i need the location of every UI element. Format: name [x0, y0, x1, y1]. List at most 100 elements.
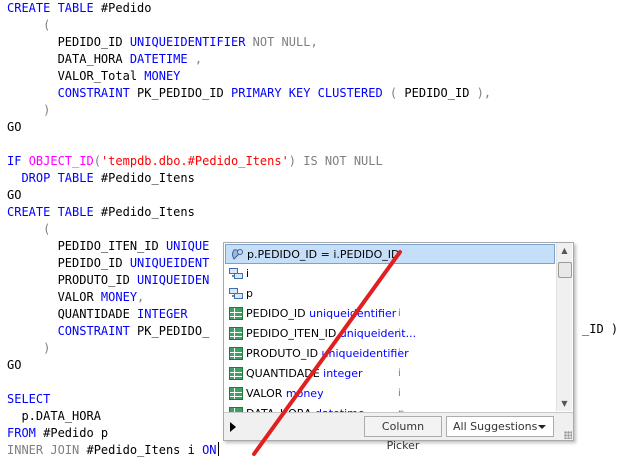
- suggestion-item[interactable]: p.PEDIDO_ID = i.PEDIDO_ID: [225, 244, 555, 264]
- code-line[interactable]: (: [7, 17, 50, 34]
- suggestion-name: p: [246, 284, 253, 304]
- code-line[interactable]: IF OBJECT_ID('tempdb.dbo.#Pedido_Itens')…: [7, 153, 383, 170]
- code-line[interactable]: PEDIDO_ID UNIQUEIDENT: [7, 255, 210, 272]
- suggestion-label: PEDIDO_ID: [246, 307, 310, 320]
- code-line[interactable]: ): [7, 340, 50, 357]
- suggestion-item[interactable]: PEDIDO_ID uniqueidentifier i: [225, 304, 555, 324]
- code-line[interactable]: PEDIDO_ID UNIQUEIDENTIFIER NOT NULL,: [7, 34, 318, 51]
- code-line[interactable]: VALOR MONEY,: [7, 289, 145, 306]
- suggestion-label: i: [246, 267, 250, 280]
- code-token: UNIQUEIDEN: [137, 273, 210, 287]
- join-icon: [230, 248, 244, 261]
- suggestion-name: QUANTIDADE integer: [246, 364, 363, 384]
- suggestion-type: uniqueidentifier: [309, 307, 397, 320]
- code-token: ON: [202, 443, 217, 457]
- scroll-thumb[interactable]: [558, 262, 572, 278]
- column-picker-tab[interactable]: Column Picker: [364, 416, 442, 452]
- code-token: UNIQUEIDENT: [129, 256, 210, 270]
- code-line[interactable]: CREATE TABLE #Pedido: [7, 0, 152, 17]
- text-caret: [217, 442, 219, 456]
- code-token: PK_PEDIDO_ID: [129, 86, 231, 100]
- code-token: GO: [7, 358, 22, 372]
- all-suggestions-dropdown[interactable]: All Suggestions: [446, 416, 554, 437]
- code-token: INNER JOIN: [7, 443, 80, 457]
- code-line[interactable]: (: [7, 221, 50, 238]
- code-line[interactable]: GO: [7, 357, 21, 374]
- suggestion-source-tag: i: [398, 308, 401, 319]
- column-icon: [229, 367, 243, 380]
- suggestion-name: VALOR money: [246, 384, 324, 404]
- suggestion-item[interactable]: QUANTIDADE integer i: [225, 364, 555, 384]
- code-token: OBJECT_ID: [28, 154, 94, 168]
- suggestion-source-tag: i: [398, 388, 401, 399]
- code-token: 'tempdb.dbo.#Pedido_Itens': [100, 154, 289, 168]
- code-line[interactable]: VALOR_Total MONEY: [7, 68, 181, 85]
- code-line[interactable]: CONSTRAINT PK_PEDIDO_: [7, 323, 210, 340]
- code-token: GO: [7, 188, 22, 202]
- code-line[interactable]: FROM #Pedido p: [7, 425, 108, 442]
- code-token: ),: [469, 86, 492, 100]
- code-line[interactable]: DROP TABLE #Pedido_Itens: [7, 170, 194, 187]
- code-line[interactable]: p.DATA_HORA: [7, 408, 100, 425]
- code-token: PEDIDO_ITEN_ID: [7, 239, 166, 253]
- column-icon: [229, 327, 243, 340]
- suggestion-source-tag: i: [398, 348, 401, 359]
- code-token: ,: [187, 52, 203, 66]
- code-token: IS NOT NULL: [296, 154, 383, 168]
- code-line[interactable]: PEDIDO_ITEN_ID UNIQUE: [7, 238, 210, 255]
- suggestion-type: money: [285, 387, 324, 400]
- code-line[interactable]: SELECT: [7, 391, 50, 408]
- code-token: PEDIDO_ID: [7, 256, 130, 270]
- suggestion-item[interactable]: i: [225, 264, 555, 284]
- suggestion-label: PRODUTO_ID: [246, 347, 322, 360]
- code-token: UNIQUEIDENTIFIER: [129, 35, 246, 49]
- code-token: UNIQUE: [165, 239, 210, 253]
- code-token: DATA_HORA: [7, 52, 130, 66]
- suggestion-name: PRODUTO_ID uniqueidentifier: [246, 344, 409, 364]
- code-token: SELECT: [7, 392, 51, 406]
- suggestion-label: QUANTIDADE: [246, 367, 324, 380]
- resize-grip-icon[interactable]: [564, 431, 572, 439]
- code-line[interactable]: CONSTRAINT PK_PEDIDO_ID PRIMARY KEY CLUS…: [7, 85, 492, 102]
- code-token: ): [7, 341, 51, 355]
- code-token: #Pedido p: [35, 426, 109, 440]
- suggestion-scrollbar[interactable]: ▲ ▼: [556, 243, 572, 411]
- suggestion-source-tag: i: [398, 368, 401, 379]
- code-token: VALOR: [7, 290, 101, 304]
- suggestion-source-tag: i: [398, 328, 401, 339]
- code-token: PK_PEDIDO_: [129, 324, 210, 338]
- suggestion-item[interactable]: VALOR money i: [225, 384, 555, 404]
- code-token: CREATE TABLE: [7, 1, 94, 15]
- code-token: CONSTRAINT: [7, 324, 130, 338]
- code-line[interactable]: CREATE TABLE #Pedido_Itens: [7, 204, 195, 221]
- code-token: VALOR_Total: [7, 69, 145, 83]
- suggestion-name: i: [246, 264, 249, 284]
- code-line[interactable]: QUANTIDADE INTEGER: [7, 306, 188, 323]
- code-line[interactable]: GO: [7, 187, 21, 204]
- code-token: FROM: [7, 426, 36, 440]
- code-line-tail: _ID ): [582, 322, 619, 336]
- intellisense-footer: Column Picker All Suggestions: [224, 412, 573, 452]
- intellisense-popup[interactable]: p.PEDIDO_ID = i.PEDIDO_ID i p PEDIDO_ID uni…: [223, 242, 574, 452]
- code-token: (: [93, 154, 101, 168]
- code-line[interactable]: INNER JOIN #Pedido_Itens i ON: [7, 442, 219, 459]
- suggestion-item[interactable]: PEDIDO_ITEN_ID uniqueident... i: [225, 324, 555, 344]
- code-line[interactable]: PRODUTO_ID UNIQUEIDEN: [7, 272, 210, 289]
- suggestion-item[interactable]: PRODUTO_ID uniqueidentifier i: [225, 344, 555, 364]
- code-line[interactable]: DATA_HORA DATETIME ,: [7, 51, 203, 68]
- scroll-up-icon[interactable]: ▲: [557, 243, 572, 258]
- code-token: PEDIDO_ID: [404, 86, 470, 100]
- code-line[interactable]: ): [7, 102, 50, 119]
- code-line[interactable]: GO: [7, 119, 21, 136]
- code-token: ,: [137, 290, 145, 304]
- scroll-down-icon[interactable]: ▼: [557, 396, 572, 411]
- code-token: DROP TABLE: [7, 171, 94, 185]
- code-token: MONEY: [100, 290, 138, 304]
- play-icon[interactable]: [230, 422, 236, 432]
- column-icon: [229, 387, 243, 400]
- alias-icon: [229, 287, 243, 300]
- suggestion-item[interactable]: p: [225, 284, 555, 304]
- suggestion-label: p: [246, 287, 253, 300]
- suggestion-label: PEDIDO_ITEN_ID: [246, 327, 340, 340]
